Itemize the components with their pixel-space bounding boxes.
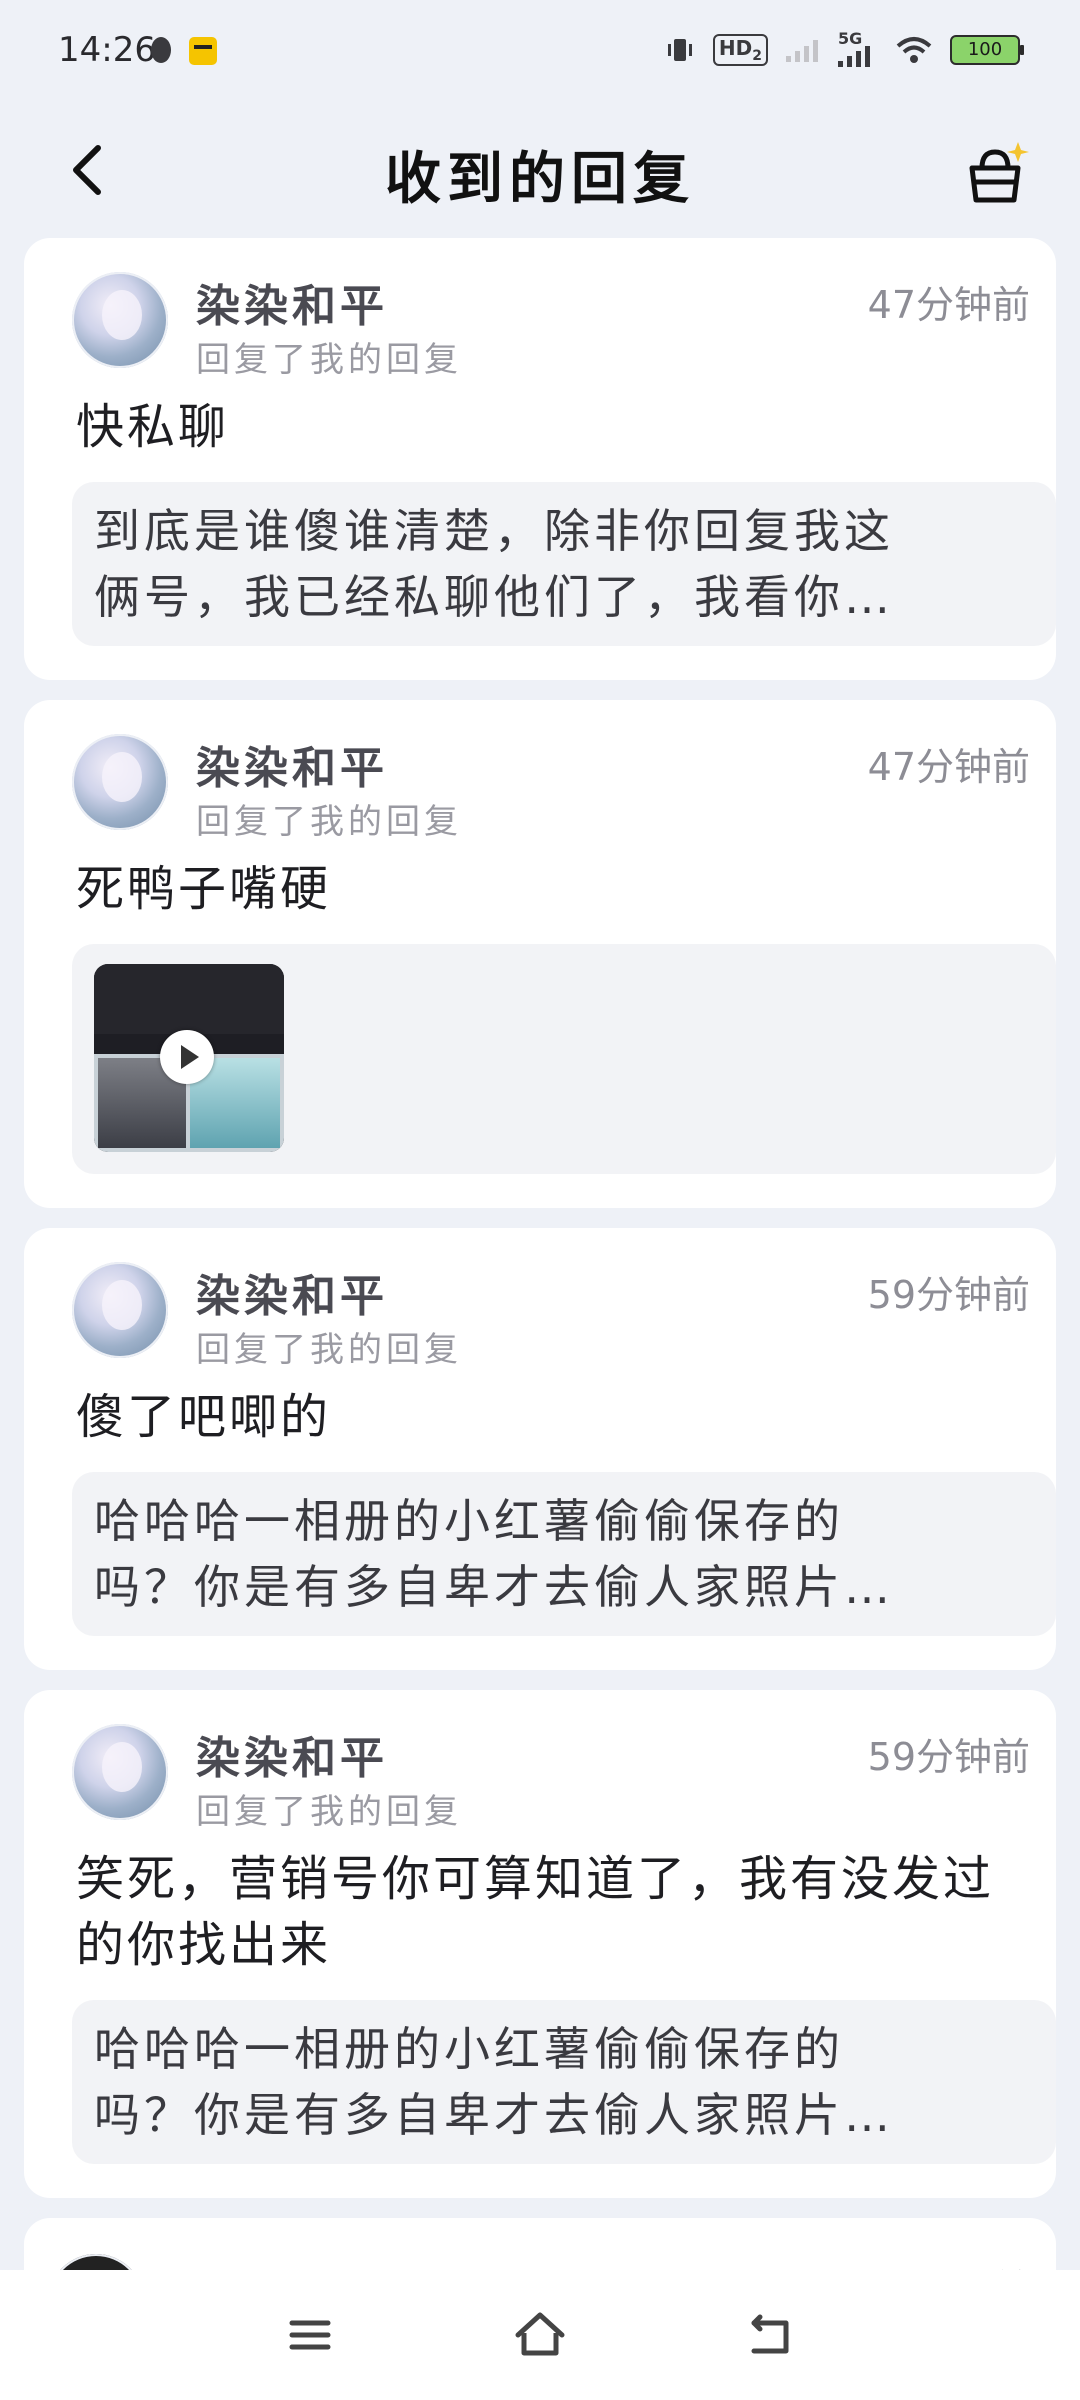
reply-list: 染染和平 回复了我的回复 47分钟前 快私聊 到底是谁傻谁清楚，除非你回复我这 … <box>24 238 1056 2328</box>
quoted-comment[interactable]: 到底是谁傻谁清楚，除非你回复我这 俩号，我已经私聊他们了，我看你… <box>72 482 1056 646</box>
avatar[interactable] <box>72 1724 168 1820</box>
reply-text: 笑死，营销号你可算知道了，我有没发过的你找出来 <box>76 1851 995 1973</box>
quoted-comment-line: 吗？你是有多自卑才去偷人家照片… <box>94 2088 894 2142</box>
qq-penguin-icon <box>151 37 171 63</box>
reply-action-label: 回复了我的回复 <box>196 802 462 842</box>
quoted-comment-line: 吗？你是有多自卑才去偷人家照片… <box>94 1560 894 1614</box>
reply-action-label: 回复了我的回复 <box>196 340 462 380</box>
hd-volte-badge: HD2 <box>712 34 768 66</box>
status-time: 14:26 <box>58 30 156 70</box>
basket-icon[interactable] <box>960 138 1030 208</box>
system-nav-bar <box>0 2270 1080 2400</box>
timestamp: 59分钟前 <box>867 1735 1030 1779</box>
reply-action-label: 回复了我的回复 <box>196 1792 462 1832</box>
quoted-comment-line: 哈哈哈一相册的小红薯偷偷保存的 <box>94 2022 844 2076</box>
page-title: 收到的回复 <box>385 147 695 212</box>
username[interactable]: 染染和平 <box>196 732 388 796</box>
status-bar: 14:26 HD2 5G 100 <box>0 0 1080 110</box>
timestamp: 59分钟前 <box>867 1273 1030 1317</box>
username[interactable]: 染染和平 <box>196 270 388 334</box>
username[interactable]: 染染和平 <box>196 1722 388 1786</box>
play-icon[interactable] <box>160 1030 214 1084</box>
header: 收到的回复 <box>0 110 1080 235</box>
vibrate-icon <box>667 39 692 61</box>
reply-action-label: 回复了我的回复 <box>196 1330 462 1370</box>
timestamp: 47分钟前 <box>867 745 1030 789</box>
reply-card[interactable]: 染染和平 回复了我的回复 47分钟前 死鸭子嘴硬 <box>24 700 1056 1208</box>
video-thumbnail[interactable] <box>94 964 284 1152</box>
quoted-comment[interactable]: 哈哈哈一相册的小红薯偷偷保存的 吗？你是有多自卑才去偷人家照片… <box>72 1472 1056 1636</box>
reply-text: 死鸭子嘴硬 <box>76 861 332 917</box>
reply-card[interactable]: 染染和平 回复了我的回复 59分钟前 傻了吧唧的 哈哈哈一相册的小红薯偷偷保存的… <box>24 1228 1056 1670</box>
avatar[interactable] <box>72 734 168 830</box>
wifi-icon <box>896 37 932 63</box>
reply-card[interactable]: 染染和平 回复了我的回复 59分钟前 笑死，营销号你可算知道了，我有没发过的你找… <box>24 1690 1056 2198</box>
timestamp: 47分钟前 <box>867 283 1030 327</box>
avatar[interactable] <box>72 272 168 368</box>
battery-icon: 100 <box>950 35 1024 65</box>
signal-5g-icon: 5G <box>838 29 878 67</box>
reply-text: 傻了吧唧的 <box>76 1389 332 1445</box>
quoted-comment-line: 俩号，我已经私聊他们了，我看你… <box>94 570 894 624</box>
reply-card[interactable]: 染染和平 回复了我的回复 47分钟前 快私聊 到底是谁傻谁清楚，除非你回复我这 … <box>24 238 1056 680</box>
signal-weak-icon <box>786 40 818 62</box>
avatar[interactable] <box>72 1262 168 1358</box>
back-nav-icon[interactable] <box>740 2305 800 2365</box>
quoted-comment-line: 到底是谁傻谁清楚，除非你回复我这 <box>94 504 894 558</box>
username[interactable]: 染染和平 <box>196 1260 388 1324</box>
menu-icon[interactable] <box>280 2305 340 2365</box>
reply-text: 快私聊 <box>76 399 230 455</box>
app-notification-icon <box>189 37 217 65</box>
quoted-comment-line: 哈哈哈一相册的小红薯偷偷保存的 <box>94 1494 844 1548</box>
home-icon[interactable] <box>510 2305 570 2365</box>
quoted-media[interactable] <box>72 944 1056 1174</box>
quoted-comment[interactable]: 哈哈哈一相册的小红薯偷偷保存的 吗？你是有多自卑才去偷人家照片… <box>72 2000 1056 2164</box>
